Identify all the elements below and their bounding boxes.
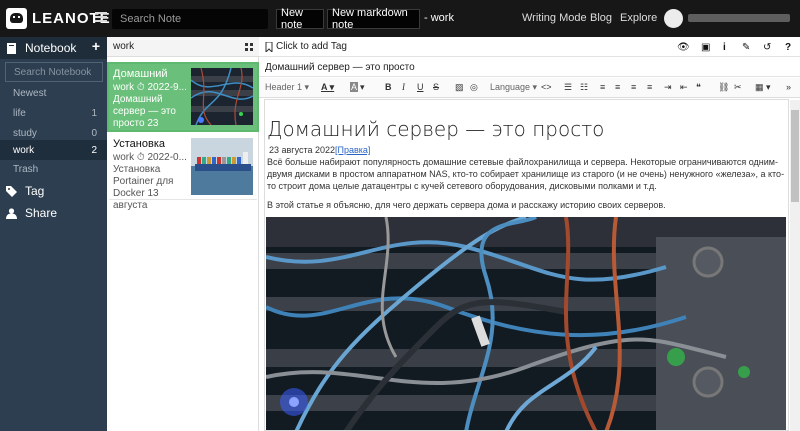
numbered-list-icon[interactable]: ☷ xyxy=(580,82,588,93)
notebook-icon xyxy=(7,42,16,54)
attachment-icon[interactable]: ✎ xyxy=(742,42,750,53)
header-select[interactable]: Header 1 ▾ xyxy=(265,82,309,93)
note-title-input[interactable]: Домашний сервер — это просто xyxy=(259,58,800,77)
note-content[interactable]: Домашний сервер — это просто 23 августа … xyxy=(264,99,789,431)
bulleted-list-icon[interactable]: ☰ xyxy=(564,82,572,93)
notebook-count: 1 xyxy=(91,107,97,119)
bookmark-icon xyxy=(265,41,273,52)
username-redacted[interactable] xyxy=(688,14,790,22)
info-icon[interactable]: i xyxy=(723,42,726,53)
tag-icon xyxy=(6,185,17,197)
document-date-line: 23 августа 2022[Правка] xyxy=(269,145,371,155)
blog-link[interactable]: Blog xyxy=(590,12,612,24)
menu-toggle-icon[interactable] xyxy=(95,12,107,23)
edit-link[interactable]: [Правка] xyxy=(335,145,370,155)
code-icon[interactable]: <> xyxy=(541,82,552,92)
explore-link[interactable]: Explore xyxy=(620,12,657,24)
sidebar-item-trash[interactable]: Trash xyxy=(0,159,107,179)
bold-icon[interactable]: B xyxy=(385,82,392,92)
link-icon[interactable]: ⛓ xyxy=(718,82,729,93)
search-notebook-input[interactable] xyxy=(5,62,103,82)
sidebar-item-life[interactable]: life 1 xyxy=(0,103,107,123)
logo-icon xyxy=(6,8,27,29)
tag-bar[interactable]: Click to add Tag 👁 ▣ i ✎ ↺ ? xyxy=(259,37,800,57)
image-icon[interactable]: ▨ xyxy=(455,82,464,93)
note-title: Установка xyxy=(113,138,165,150)
note-thumbnail-image xyxy=(191,138,253,195)
save-icon[interactable]: ▣ xyxy=(701,42,710,53)
view-grid-icon[interactable] xyxy=(245,43,253,51)
more-icon[interactable]: » xyxy=(786,82,791,92)
language-select[interactable]: Language ▾ xyxy=(490,82,537,93)
sidebar-item-newest[interactable]: Newest xyxy=(0,83,107,103)
note-list: work Домашний work ⏱ 2022-9... Домашний … xyxy=(107,37,259,431)
note-summary: work ⏱ 2022-0... Установка Portainer для… xyxy=(113,152,187,211)
server-rack-photo xyxy=(266,217,786,430)
table-icon[interactable]: ▦ ▾ xyxy=(755,82,771,93)
tag-section-header[interactable]: Tag xyxy=(0,180,107,202)
notebook-count: 2 xyxy=(91,144,97,156)
note-list-header: work xyxy=(107,37,259,57)
eye-icon[interactable]: 👁 xyxy=(677,42,690,53)
note-thumbnail-image xyxy=(191,68,253,125)
editor: Click to add Tag 👁 ▣ i ✎ ↺ ? Домашний се… xyxy=(259,37,800,431)
notebook-label: Notebook xyxy=(25,41,77,55)
notebook-count: 0 xyxy=(91,127,97,139)
current-notebook-label: - work xyxy=(424,12,454,24)
strikethrough-icon[interactable]: S xyxy=(433,82,439,92)
add-tag-placeholder: Click to add Tag xyxy=(276,41,347,52)
add-notebook-icon[interactable]: + xyxy=(92,38,100,54)
history-icon[interactable]: ↺ xyxy=(763,42,771,53)
outdent-icon[interactable]: ⇤ xyxy=(680,82,688,93)
align-right-icon[interactable]: ≡ xyxy=(631,82,636,92)
new-note-button[interactable]: New note xyxy=(276,7,324,31)
indent-icon[interactable]: ⇥ xyxy=(664,82,672,93)
unlink-icon[interactable]: ✂ xyxy=(734,82,742,93)
list-item[interactable]: Установка work ⏱ 2022-0... Установка Por… xyxy=(109,134,257,211)
sidebar-item-work[interactable]: work 2 xyxy=(0,140,107,160)
document-paragraph: Всё больше набирают популярность домашни… xyxy=(267,157,785,191)
help-icon[interactable]: ? xyxy=(785,42,791,53)
align-center-icon[interactable]: ≡ xyxy=(615,82,620,92)
new-markdown-note-button[interactable]: New markdown note xyxy=(327,7,420,31)
italic-icon[interactable]: I xyxy=(402,82,405,92)
share-section-header[interactable]: Share xyxy=(0,202,107,224)
list-item[interactable]: Домашний work ⏱ 2022-9... Домашний серве… xyxy=(107,62,259,141)
document-heading: Домашний сервер — это просто xyxy=(267,117,605,141)
avatar[interactable] xyxy=(664,9,683,28)
align-justify-icon[interactable]: ≡ xyxy=(647,82,652,92)
format-toolbar: Header 1 ▾ A ▾ A ▾ B I U S ▨ ◎ Language ▾… xyxy=(259,78,800,98)
document-paragraph: В этой статье я объясню, для чего держат… xyxy=(267,200,666,210)
note-summary: work ⏱ 2022-9... Домашний сервер — это п… xyxy=(113,82,187,141)
writing-mode-link[interactable]: Writing Mode xyxy=(522,12,587,24)
sidebar: Notebook + Newest life1 study0 work2 Tra… xyxy=(0,37,107,431)
note-list-notebook-name: work xyxy=(113,41,135,52)
notebook-section-header[interactable]: Notebook + xyxy=(0,37,107,59)
underline-icon[interactable]: U xyxy=(417,82,424,92)
search-note-input[interactable] xyxy=(112,9,268,29)
lightbulb-icon[interactable]: ◎ xyxy=(470,82,478,93)
font-color-icon[interactable]: A ▾ xyxy=(321,82,334,93)
blockquote-icon[interactable]: ❝ xyxy=(696,82,701,93)
note-title: Домашний xyxy=(113,68,168,80)
chevron-down-icon: ▾ xyxy=(360,82,365,92)
highlight-color-icon[interactable]: A xyxy=(350,82,359,92)
user-icon xyxy=(6,207,17,219)
editor-scrollbar-thumb[interactable] xyxy=(791,110,799,202)
align-left-icon[interactable]: ≡ xyxy=(600,82,605,92)
